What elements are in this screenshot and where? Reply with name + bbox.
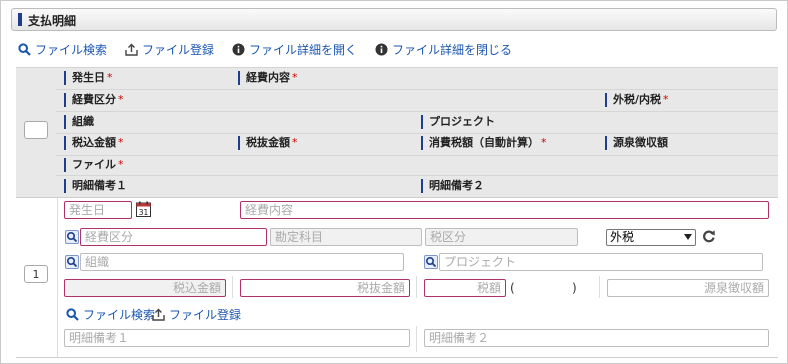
header-divider — [56, 155, 778, 156]
row-file-register-link[interactable]: ファイル登録 — [152, 306, 241, 323]
header-consumption-tax: 消費税額（自動計算） * — [421, 136, 547, 150]
header-memo2: 明細備考２ — [421, 179, 484, 193]
upload-icon — [152, 308, 165, 321]
header-tax-included: 税込金額 * — [64, 136, 124, 150]
required-mark: * — [292, 136, 298, 149]
header-occurrence-date-label: 発生日 — [72, 71, 105, 84]
header-organization-label: 組織 — [72, 115, 94, 128]
header-organization: 組織 — [64, 115, 94, 129]
tax-included-amount-input[interactable]: 税込金額 — [64, 279, 226, 297]
memo2-input[interactable]: 明細備考２ — [424, 329, 769, 347]
row-file-search-label: ファイル検索 — [83, 308, 156, 322]
header-occurrence-date: 発生日 * — [64, 71, 113, 85]
close-file-details-link[interactable]: ファイル詳細を閉じる — [375, 41, 512, 57]
organization-input[interactable]: 組織 — [80, 253, 404, 271]
header-tax-excluded-label: 税抜金額 — [246, 136, 290, 149]
search-icon — [18, 42, 31, 56]
column-divider — [416, 276, 417, 298]
row-file-search-link[interactable]: ファイル検索 — [66, 306, 155, 323]
header-consumption-tax-label: 消費税額（自動計算） — [429, 136, 539, 149]
panel-titlebar: 支払明細 — [11, 8, 777, 31]
tax-type-selected: 外税 — [610, 230, 635, 244]
memo1-input[interactable]: 明細備考１ — [64, 329, 410, 347]
header-expense-category-label: 経費区分 — [72, 93, 116, 106]
tax-amount-input[interactable]: 税額 — [424, 279, 506, 297]
header-memo1-label: 明細備考１ — [72, 179, 127, 192]
refresh-icon[interactable] — [702, 229, 716, 243]
header-project-label: プロジェクト — [429, 115, 495, 128]
project-input[interactable]: プロジェクト — [439, 253, 763, 271]
search-icon[interactable] — [65, 230, 79, 244]
required-mark: * — [663, 93, 669, 106]
header-expense-content-label: 経費内容 — [246, 71, 290, 84]
header-withholding: 源泉徴収額 — [605, 136, 668, 150]
open-file-details-label: ファイル詳細を開く — [249, 42, 358, 57]
occurrence-date-input[interactable]: 発生日 — [64, 201, 132, 219]
close-file-details-label: ファイル詳細を閉じる — [392, 42, 513, 57]
account-item-field: 勘定科目 — [270, 228, 422, 246]
header-divider — [56, 111, 778, 112]
header-expense-category: 経費区分 * — [64, 93, 124, 107]
calendar-icon[interactable]: 31 — [136, 201, 151, 217]
search-icon[interactable] — [65, 255, 79, 269]
tax-open-paren: ( — [510, 281, 515, 295]
header-project: プロジェクト — [421, 115, 495, 129]
header-tax-included-label: 税込金額 — [72, 136, 116, 149]
svg-text:31: 31 — [139, 208, 149, 217]
withholding-amount-input[interactable]: 源泉徴収額 — [607, 279, 769, 297]
expense-content-input[interactable]: 経費内容 — [240, 201, 769, 219]
file-toolbar: ファイル検索 ファイル登録 ファイル詳細を開く ファイル詳細を閉じる — [18, 41, 530, 57]
info-icon — [375, 43, 388, 56]
file-search-link[interactable]: ファイル検索 — [18, 41, 107, 57]
header-expense-content: 経費内容 * — [238, 71, 298, 85]
required-mark: * — [118, 136, 124, 149]
expense-category-input[interactable]: 経費区分 — [80, 228, 267, 246]
header-memo2-label: 明細備考２ — [429, 179, 484, 192]
header-divider — [56, 175, 778, 176]
required-mark: * — [107, 71, 113, 84]
header-tax-excluded: 税抜金額 * — [238, 136, 298, 150]
header-file-label: ファイル — [72, 158, 116, 171]
chevron-down-icon — [684, 234, 692, 240]
title-accent-bar — [18, 13, 22, 26]
select-all-checkbox[interactable] — [24, 121, 48, 139]
info-icon — [232, 43, 245, 56]
tax-close-paren: ) — [572, 281, 577, 295]
tax-excluded-amount-input[interactable]: 税抜金額 — [240, 279, 410, 297]
header-memo1: 明細備考１ — [64, 179, 127, 193]
search-icon — [66, 308, 79, 321]
table-header — [16, 67, 778, 198]
required-mark: * — [541, 136, 547, 149]
file-search-label: ファイル検索 — [35, 42, 108, 57]
required-mark: * — [118, 93, 124, 106]
file-register-link[interactable]: ファイル登録 — [125, 41, 214, 57]
header-withholding-label: 源泉徴収額 — [613, 136, 668, 149]
header-tax-type-label: 外税/内税 — [613, 93, 662, 106]
column-divider — [599, 276, 600, 298]
row-number[interactable]: 1 — [24, 265, 48, 283]
search-icon[interactable] — [424, 255, 438, 269]
header-divider — [56, 89, 778, 90]
upload-icon — [125, 43, 138, 56]
header-file: ファイル * — [64, 158, 124, 172]
header-tax-type: 外税/内税 * — [605, 93, 669, 107]
header-divider — [56, 133, 778, 134]
column-divider — [416, 326, 417, 352]
column-divider — [232, 276, 233, 298]
required-mark: * — [118, 158, 124, 171]
row-file-register-label: ファイル登録 — [169, 308, 242, 322]
tax-type-select[interactable]: 外税 — [606, 229, 696, 246]
file-register-label: ファイル登録 — [142, 42, 215, 57]
required-mark: * — [292, 71, 298, 84]
tax-category-field: 税区分 — [425, 228, 578, 246]
open-file-details-link[interactable]: ファイル詳細を開く — [232, 41, 357, 57]
panel-title: 支払明細 — [28, 14, 77, 28]
